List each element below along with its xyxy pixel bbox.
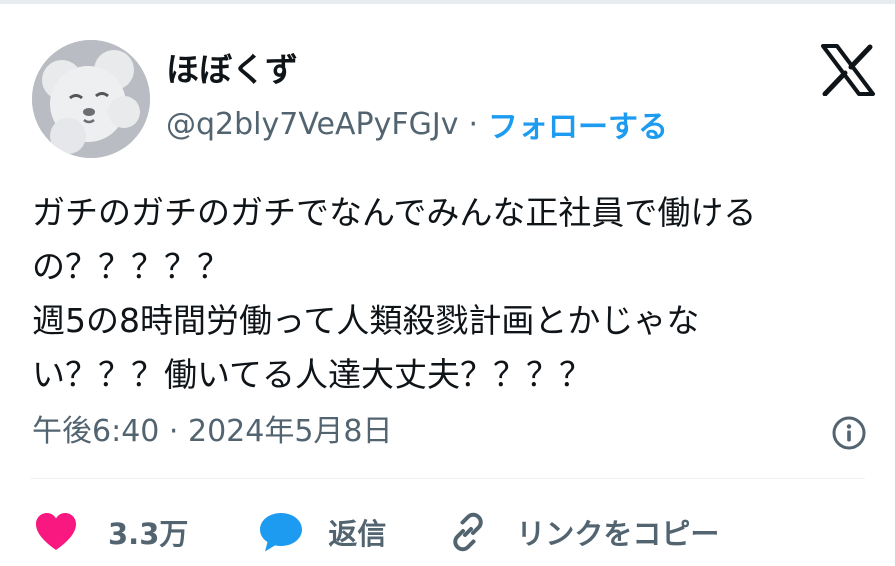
user-handle[interactable]: @q2bly7VeAPyFGJv	[166, 107, 458, 142]
link-icon	[453, 512, 484, 552]
speech-bubble-icon	[260, 513, 303, 552]
like-button[interactable]: 3.3万	[34, 511, 188, 553]
handle-row: @q2bly7VeAPyFGJv · フォローする	[166, 102, 668, 146]
like-count: 3.3万	[108, 517, 189, 551]
reply-button[interactable]: 返信	[258, 511, 386, 553]
copy-link-button[interactable]: リンクをコピー	[446, 510, 719, 554]
tweet-text: ガチのガチのガチでなんでみんな正社員で働ける の？？？？？ 週5の8時間労働って…	[32, 193, 757, 394]
tweet-timestamp[interactable]: 午後6:40 · 2024年5月8日	[32, 410, 393, 454]
info-icon[interactable]	[830, 414, 868, 452]
heart-icon	[36, 513, 76, 550]
separator-dot: ·	[468, 106, 479, 142]
avatar[interactable]	[32, 40, 150, 158]
reply-label: 返信	[328, 517, 387, 551]
divider	[30, 478, 865, 479]
bear-avatar-icon	[32, 40, 150, 158]
copy-link-label: リンクをコピー	[516, 517, 720, 551]
action-bar: 3.3万 返信 リンクをコピー	[34, 506, 719, 558]
tweet-card: ほぼくず @q2bly7VeAPyFGJv · フォローする ガチのガチのガチで…	[0, 0, 895, 566]
follow-button[interactable]: フォローする	[488, 102, 668, 146]
display-name[interactable]: ほぼくず	[166, 48, 298, 92]
x-logo-icon[interactable]	[820, 44, 876, 97]
